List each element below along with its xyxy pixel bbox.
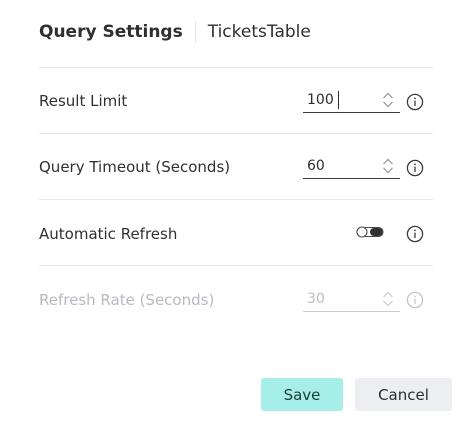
- divider: [39, 199, 433, 200]
- refresh-rate-stepper: [382, 289, 394, 309]
- cancel-button[interactable]: Cancel: [355, 378, 452, 411]
- divider: [39, 67, 433, 68]
- info-icon[interactable]: [406, 93, 424, 111]
- query-timeout-label: Query Timeout (Seconds): [39, 158, 231, 176]
- automatic-refresh-toggle[interactable]: [356, 224, 386, 238]
- divider: [39, 265, 433, 266]
- refresh-rate-input: [307, 289, 369, 309]
- chevron-up-down-icon: [383, 92, 393, 108]
- page-title: Query Settings: [39, 22, 183, 42]
- refresh-rate-label: Refresh Rate (Seconds): [39, 291, 215, 309]
- query-timeout-input[interactable]: [307, 156, 369, 176]
- chevron-up-down-icon: [383, 158, 393, 174]
- save-button[interactable]: Save: [261, 378, 343, 411]
- text-cursor: [338, 91, 339, 109]
- refresh-rate-field: [303, 288, 400, 312]
- header-separator: [194, 21, 196, 43]
- result-limit-label: Result Limit: [39, 92, 128, 110]
- query-timeout-stepper[interactable]: [382, 156, 394, 176]
- query-timeout-field: [303, 155, 400, 179]
- result-limit-field: [303, 89, 400, 113]
- info-icon: [406, 291, 424, 309]
- automatic-refresh-label: Automatic Refresh: [39, 225, 178, 243]
- info-icon[interactable]: [406, 225, 424, 243]
- info-icon[interactable]: [406, 159, 424, 177]
- chevron-up-down-icon: [383, 291, 393, 307]
- query-settings-panel: Query Settings TicketsTable Result Limit…: [0, 0, 467, 429]
- panel-header: Query Settings TicketsTable: [39, 18, 311, 46]
- table-name: TicketsTable: [207, 22, 311, 42]
- divider: [39, 133, 433, 134]
- result-limit-stepper[interactable]: [382, 90, 394, 110]
